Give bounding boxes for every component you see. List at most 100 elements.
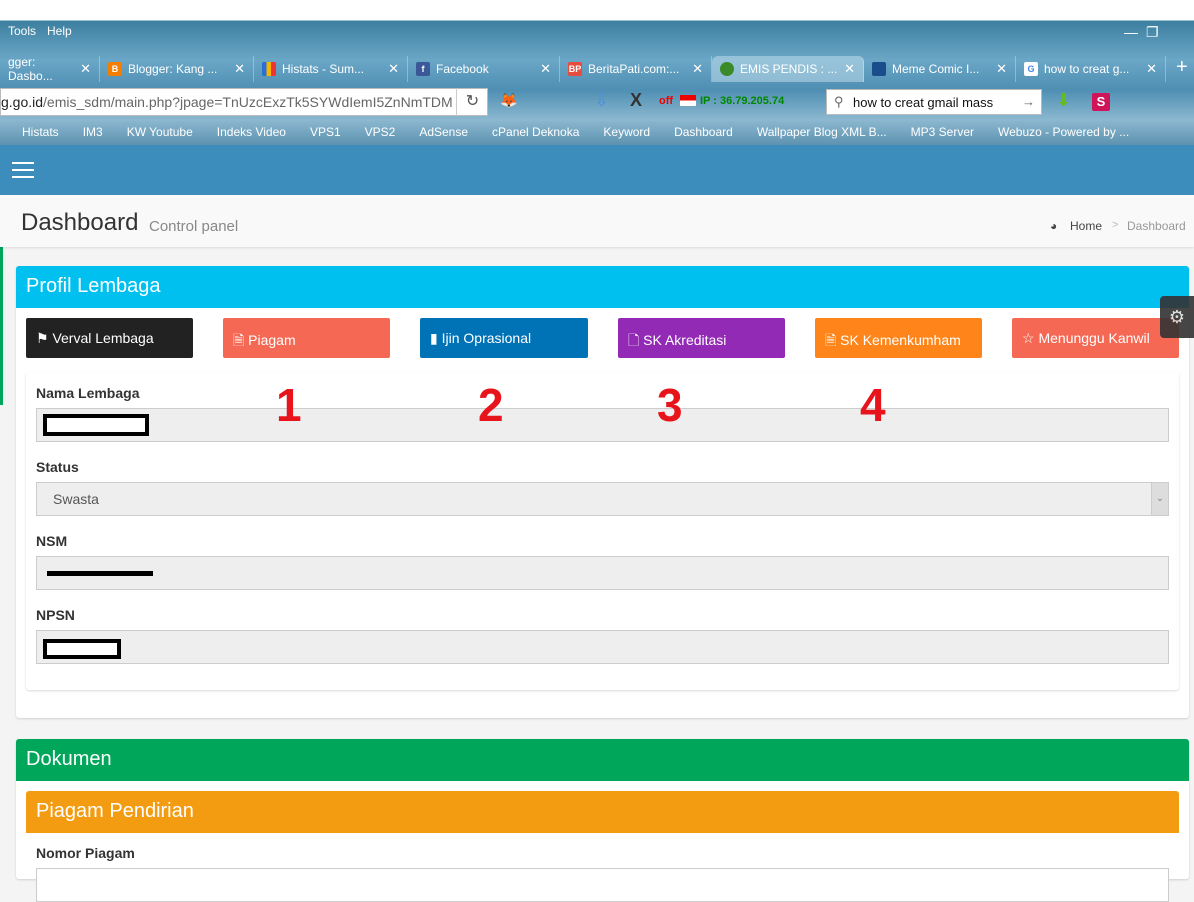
button-label: Ijin Oprasional	[441, 330, 532, 346]
tab[interactable]: f Facebook ✕	[408, 56, 560, 82]
address-bar[interactable]: g.go.id/emis_sdm/main.php?jpage=TnUzcExz…	[0, 88, 488, 116]
bookmark[interactable]: cPanel Deknoka	[492, 125, 579, 139]
url-path: /emis_sdm/main.php?jpage=TnUzcExzTk5SYWd…	[43, 94, 453, 110]
blogger-icon: B	[108, 62, 122, 76]
nama-lembaga-label: Nama Lembaga	[36, 385, 140, 401]
tab-label: Histats - Sum...	[282, 62, 365, 76]
annotation-number: 3	[657, 379, 683, 431]
sk-kemenkumham-button[interactable]: 🗎 SK Kemenkumham	[815, 318, 982, 358]
verval-lembaga-button[interactable]: ⚑ Verval Lembaga	[26, 318, 193, 358]
file-icon: ▮	[430, 330, 438, 346]
ip-address: IP : 36.79.205.74	[700, 95, 785, 107]
annotation-number: 1	[276, 379, 302, 431]
bookmark[interactable]: VPS2	[365, 125, 396, 139]
x-icon[interactable]: X	[630, 90, 642, 111]
redacted-box	[43, 414, 149, 436]
close-tab-icon[interactable]: ✕	[996, 61, 1007, 77]
menu-tools[interactable]: Tools	[8, 24, 36, 38]
emis-icon	[720, 62, 734, 76]
file-outline-icon: 🗋	[628, 332, 640, 348]
close-tab-icon[interactable]: ✕	[692, 61, 703, 77]
tab[interactable]: BP BeritaPati.com:... ✕	[560, 56, 712, 82]
chevron-down-icon[interactable]: ⌄	[1151, 483, 1168, 515]
npsn-input[interactable]	[36, 630, 1169, 664]
facebook-icon: f	[416, 62, 430, 76]
piagam-button[interactable]: 🗎 Piagam	[223, 318, 390, 358]
restore-icon[interactable]: ❐	[1146, 24, 1159, 41]
download-arrow-icon[interactable]: ⇩	[594, 90, 609, 111]
s-extension-icon[interactable]: S	[1092, 93, 1110, 111]
page-subtitle: Control panel	[149, 218, 239, 235]
tab-label: gger: Dasbo...	[8, 55, 53, 83]
download-icon[interactable]: ⬇	[1056, 90, 1071, 111]
reload-icon[interactable]: ↻	[456, 88, 488, 116]
nama-lembaga-input[interactable]	[36, 408, 1169, 442]
bookmark[interactable]: IM3	[83, 125, 103, 139]
flag-icon: ⚑	[36, 330, 49, 346]
button-label: Piagam	[248, 332, 296, 348]
hamburger-menu-icon[interactable]	[12, 162, 34, 178]
close-tab-icon[interactable]: ✕	[80, 61, 91, 77]
bookmark[interactable]: KW Youtube	[127, 125, 193, 139]
url-domain: g.go.id	[1, 94, 44, 110]
breadcrumb-current: Dashboard	[1127, 219, 1186, 233]
button-label: Verval Lembaga	[52, 330, 154, 346]
search-value: how to creat gmail mass	[853, 95, 994, 110]
npsn-label: NPSN	[36, 607, 75, 623]
tab-label: how to creat g...	[1044, 62, 1130, 76]
status-label: Status	[36, 459, 79, 475]
new-tab-button[interactable]: +	[1176, 56, 1188, 79]
box-title: Profil Lembaga	[16, 266, 1189, 308]
tab[interactable]: B Blogger: Kang ... ✕	[100, 56, 254, 82]
button-label: SK Akreditasi	[643, 332, 727, 348]
tab[interactable]: Histats - Sum... ✕	[254, 56, 408, 82]
file-text-icon: 🗎	[233, 332, 245, 348]
bookmark[interactable]: Histats	[22, 125, 59, 139]
tab-label: Blogger: Kang ...	[128, 62, 218, 76]
close-tab-icon[interactable]: ✕	[844, 61, 855, 77]
sk-akreditasi-button[interactable]: 🗋 SK Akreditasi	[618, 318, 785, 358]
redacted-box	[43, 639, 121, 659]
close-tab-icon[interactable]: ✕	[540, 61, 551, 77]
search-input[interactable]: ⚲ how to creat gmail mass →	[826, 89, 1042, 115]
tab-label: Meme Comic I...	[892, 62, 980, 76]
button-label: Menunggu Kanwil	[1038, 330, 1150, 346]
bookmark[interactable]: VPS1	[310, 125, 341, 139]
settings-gear-icon[interactable]: ⚙	[1160, 296, 1194, 338]
menu-help[interactable]: Help	[47, 24, 72, 38]
extension-fox-icon[interactable]: 🦊	[500, 92, 517, 109]
tab[interactable]: Ghow to creat g... ✕	[1016, 56, 1166, 82]
bookmark[interactable]: AdSense	[419, 125, 468, 139]
bookmark[interactable]: Keyword	[603, 125, 650, 139]
nsm-input[interactable]	[36, 556, 1169, 590]
close-tab-icon[interactable]: ✕	[388, 61, 399, 77]
tab[interactable]: gger: Dasbo... ✕	[0, 55, 100, 83]
minimize-icon[interactable]: —	[1124, 24, 1138, 40]
bookmark[interactable]: Webuzo - Powered by ...	[998, 125, 1129, 139]
memecomic-icon	[872, 62, 886, 76]
bookmark[interactable]: Indeks Video	[217, 125, 286, 139]
star-icon: ☆	[1022, 330, 1035, 346]
tab[interactable]: Meme Comic I... ✕	[864, 56, 1016, 82]
box-title: Dokumen	[16, 739, 1189, 781]
ip-off: off	[659, 95, 674, 107]
status-select[interactable]: Swasta ⌄	[36, 482, 1169, 516]
beritapati-icon: BP	[568, 62, 582, 76]
bookmark[interactable]: MP3 Server	[911, 125, 974, 139]
close-tab-icon[interactable]: ✕	[234, 61, 245, 77]
tab-active[interactable]: EMIS PENDIS : ... ✕	[712, 56, 864, 82]
bookmark[interactable]: Wallpaper Blog XML B...	[757, 125, 887, 139]
breadcrumb-home[interactable]: Home	[1070, 219, 1102, 233]
browser-chrome: Tools Help — ❐ gger: Dasbo... ✕ B Blogger:…	[0, 0, 1194, 145]
page-title: Dashboard	[21, 209, 139, 236]
go-arrow-icon[interactable]: →	[1022, 94, 1035, 109]
nsm-label: NSM	[36, 533, 68, 549]
ijin-oprasional-button[interactable]: ▮ Ijin Oprasional	[420, 318, 588, 358]
top-navbar	[0, 145, 1194, 195]
histats-icon	[262, 62, 276, 76]
content-header: Dashboard Control panel ◕ Home > Dashboa…	[0, 195, 1194, 247]
bookmark[interactable]: Dashboard	[674, 125, 733, 139]
menunggu-kanwil-button[interactable]: ☆ Menunggu Kanwil	[1012, 318, 1179, 358]
nomor-piagam-input[interactable]	[36, 868, 1169, 902]
close-tab-icon[interactable]: ✕	[1146, 61, 1157, 77]
